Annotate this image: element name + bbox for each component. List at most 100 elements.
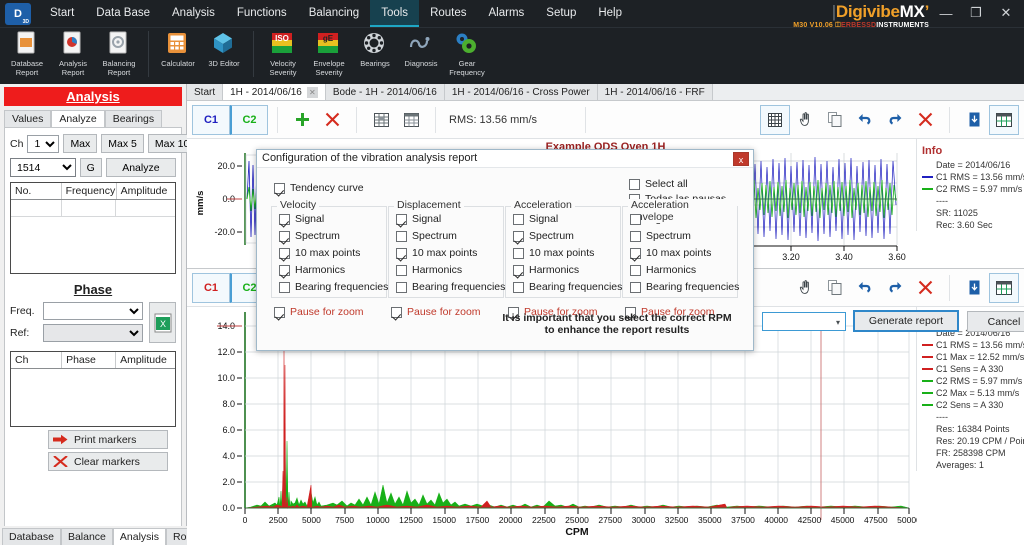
spectrum-copy-button[interactable]: [820, 273, 850, 303]
ribbon-button-iso-velocity-severity[interactable]: ISO Velocity Severity: [260, 28, 306, 77]
minimize-icon[interactable]: —: [932, 2, 960, 24]
option-checkbox-bearing-frequencies[interactable]: Bearing frequencies: [279, 281, 388, 293]
option-checkbox-spectrum[interactable]: Spectrum: [513, 230, 620, 242]
phase-ref-select[interactable]: [43, 324, 143, 342]
bottom-tab-database[interactable]: Database: [2, 528, 61, 545]
option-checkbox-signal[interactable]: Signal: [396, 213, 503, 225]
spectrum-close-button[interactable]: [910, 273, 940, 303]
ribbon-button-gear-frequency[interactable]: Gear Frequency: [444, 28, 490, 77]
spectrum-redo-button[interactable]: [880, 273, 910, 303]
spectrum-channel-c1-toggle[interactable]: C1: [192, 272, 230, 303]
info-line-text: C2 Max = 5.13 mm/s: [936, 388, 1020, 398]
tab-close-icon[interactable]: ✕: [306, 86, 318, 98]
add-plus-button[interactable]: [287, 105, 317, 135]
document-tab-3[interactable]: 1H - 2014/06/16 - Cross Power: [444, 84, 598, 100]
ribbon-button-3d-editor[interactable]: 3D Editor: [201, 28, 247, 68]
ribbon-button-balancing-report[interactable]: Balancing Report: [96, 28, 142, 77]
document-tab-1[interactable]: 1H - 2014/06/16 ✕: [223, 84, 326, 100]
option-checkbox-harmonics[interactable]: Harmonics: [279, 264, 386, 276]
sidebar-tab-analyze[interactable]: Analyze: [51, 110, 105, 127]
document-tab-0[interactable]: Start: [187, 84, 224, 100]
select-all-checkbox[interactable]: Select all: [629, 178, 688, 190]
pause-for-zoom-checkbox-0[interactable]: Pause for zoom: [274, 306, 364, 318]
option-checkbox-harmonics[interactable]: Harmonics: [396, 264, 503, 276]
bottom-tab-analysis[interactable]: Analysis: [112, 528, 167, 545]
menu-item-start[interactable]: Start: [39, 0, 85, 27]
delete-button[interactable]: [317, 105, 347, 135]
menu-item-help[interactable]: Help: [587, 0, 633, 27]
menu-item-data-base[interactable]: Data Base: [85, 0, 161, 27]
excel-export-button[interactable]: X: [149, 302, 176, 343]
pause-for-zoom-checkbox-1[interactable]: Pause for zoom: [391, 306, 481, 318]
spectrum-hand-cursor-button[interactable]: [790, 273, 820, 303]
document-tab-4[interactable]: 1H - 2014/06/16 - FRF: [597, 84, 713, 100]
option-checkbox-bearing-frequencies[interactable]: Bearing frequencies: [513, 281, 622, 293]
spectrum-spreadsheet-button[interactable]: [989, 272, 1019, 303]
table-view-button[interactable]: [366, 105, 396, 135]
rpm-select[interactable]: 1514: [10, 158, 76, 177]
ribbon-button-diagnosis[interactable]: Diagnosis: [398, 28, 444, 68]
tendency-curve-checkbox[interactable]: Tendency curve: [274, 182, 364, 194]
channel-c2-toggle[interactable]: C2: [230, 104, 268, 135]
g-button[interactable]: G: [79, 158, 102, 177]
restore-icon[interactable]: ❐: [962, 2, 990, 24]
grid-toggle-button[interactable]: [760, 104, 790, 135]
sidebar-tab-bearings[interactable]: Bearings: [104, 110, 163, 127]
ribbon-button-analysis-report[interactable]: Analysis Report: [50, 28, 96, 77]
option-checkbox-bearing-frequencies[interactable]: Bearing frequencies: [630, 281, 739, 293]
option-checkbox-10-max-points[interactable]: 10 max points: [513, 247, 620, 259]
menu-item-tools[interactable]: Tools: [370, 0, 420, 27]
ribbon-button-database-report[interactable]: Database Report: [4, 28, 50, 77]
hand-cursor-button[interactable]: [790, 105, 820, 135]
dialog-close-button[interactable]: x: [733, 152, 749, 166]
clear-markers-button[interactable]: Clear markers: [48, 452, 168, 471]
menu-item-balancing[interactable]: Balancing: [298, 0, 371, 27]
analyze-button[interactable]: Analyze: [105, 158, 176, 177]
menu-item-routes[interactable]: Routes: [419, 0, 477, 27]
option-checkbox-signal[interactable]: Signal: [513, 213, 620, 225]
option-checkbox-10-max-points[interactable]: 10 max points: [630, 247, 737, 259]
ribbon-button-ge-envelope-severity[interactable]: gE Envelope Severity: [306, 28, 352, 77]
menu-item-analysis[interactable]: Analysis: [161, 0, 226, 27]
table-row[interactable]: [11, 200, 175, 217]
spreadsheet-button[interactable]: [989, 104, 1019, 135]
save-button[interactable]: [959, 105, 989, 135]
option-checkbox-spectrum[interactable]: Spectrum: [396, 230, 503, 242]
channel-select[interactable]: 1: [27, 134, 60, 153]
ribbon-button-calculator[interactable]: Calculator: [155, 28, 201, 68]
table-grid-button[interactable]: [396, 105, 426, 135]
option-checkbox-10-max-points[interactable]: 10 max points: [396, 247, 503, 259]
bottom-tab-balance[interactable]: Balance: [60, 528, 113, 545]
option-checkbox-harmonics[interactable]: Harmonics: [630, 264, 737, 276]
left-analysis-panel: Analysis Values Analyze Bearings Ch 1 Max …: [0, 84, 241, 545]
menu-item-functions[interactable]: Functions: [226, 0, 298, 27]
option-checkbox-spectrum[interactable]: Spectrum: [279, 230, 386, 242]
undo-button[interactable]: [850, 105, 880, 135]
copy-button[interactable]: [820, 105, 850, 135]
generate-report-button[interactable]: Generate report: [853, 310, 959, 332]
rpm-select-dropdown[interactable]: ▾: [762, 312, 846, 331]
phase-freq-select[interactable]: [43, 302, 143, 320]
document-tab-2[interactable]: Bode - 1H - 2014/06/16: [325, 84, 445, 100]
print-markers-button[interactable]: Print markers: [48, 430, 168, 449]
sidebar-tab-values[interactable]: Values: [4, 110, 52, 127]
option-checkbox-10-max-points[interactable]: 10 max points: [279, 247, 386, 259]
phase-table[interactable]: Ch Phase Amplitude: [10, 351, 176, 427]
cancel-button[interactable]: Cancel: [967, 311, 1024, 332]
option-checkbox-spectrum[interactable]: Spectrum: [630, 230, 737, 242]
channel-c1-toggle[interactable]: C1: [192, 104, 230, 135]
close-chart-button[interactable]: [910, 105, 940, 135]
option-checkbox-harmonics[interactable]: Harmonics: [513, 264, 620, 276]
menu-item-setup[interactable]: Setup: [535, 0, 587, 27]
option-checkbox-bearing-frequencies[interactable]: Bearing frequencies: [396, 281, 505, 293]
ribbon-button-bearings[interactable]: Bearings: [352, 28, 398, 68]
spectrum-save-button[interactable]: [959, 273, 989, 303]
max5-button[interactable]: Max 5: [101, 134, 144, 153]
menu-item-alarms[interactable]: Alarms: [478, 0, 536, 27]
frequency-table[interactable]: No. Frequency Amplitude: [10, 182, 176, 274]
spectrum-undo-button[interactable]: [850, 273, 880, 303]
option-checkbox-signal[interactable]: Signal: [279, 213, 386, 225]
redo-button[interactable]: [880, 105, 910, 135]
max-button[interactable]: Max: [63, 134, 98, 153]
close-icon[interactable]: ✕: [992, 2, 1020, 24]
